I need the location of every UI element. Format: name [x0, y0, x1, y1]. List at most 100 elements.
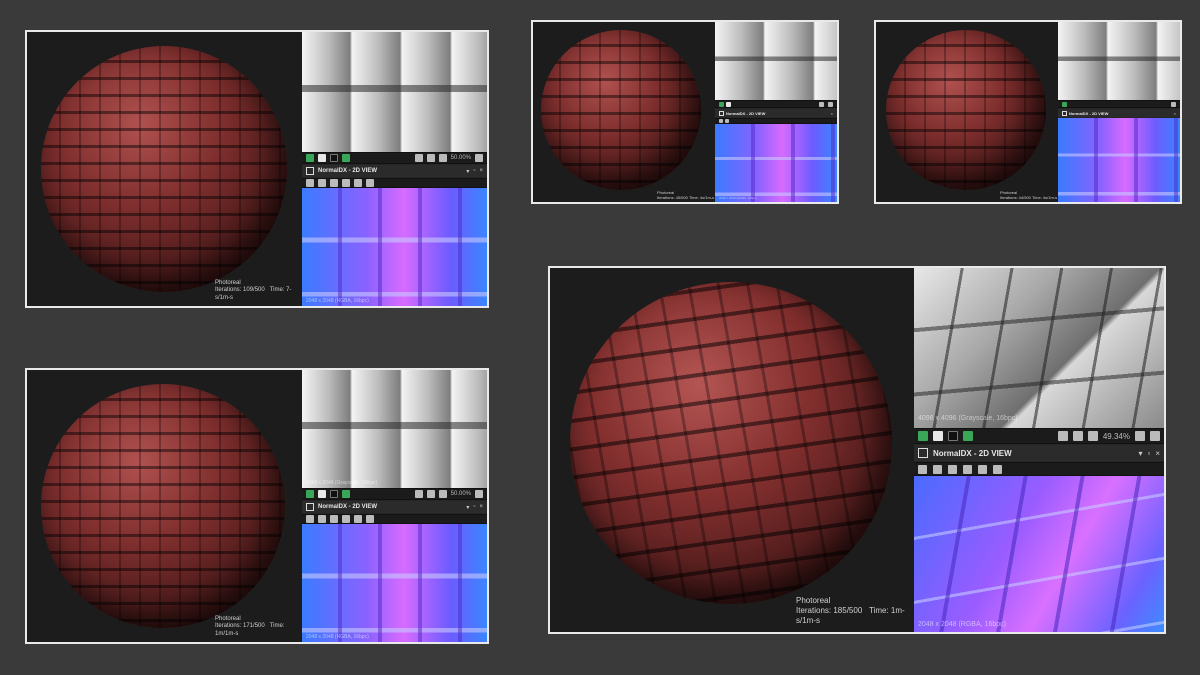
pin-icon[interactable]: ▫	[1147, 449, 1150, 458]
viewer-toolbar: 50.00%	[302, 488, 487, 500]
3d-viewport[interactable]: Photoreal Iterations: 171/500 Time: 1m/1…	[27, 370, 302, 642]
export-icon[interactable]	[719, 119, 723, 123]
channel-icon[interactable]	[318, 490, 326, 498]
layers-icon[interactable]	[306, 490, 314, 498]
grid-icon[interactable]	[414, 490, 423, 498]
height-map-preview[interactable]	[302, 32, 487, 152]
lock-icon[interactable]	[1171, 101, 1176, 107]
close-icon[interactable]: ×	[479, 504, 483, 510]
grid-icon[interactable]	[1057, 431, 1068, 441]
height-map-preview[interactable]	[715, 22, 837, 100]
lock-icon[interactable]	[1150, 431, 1160, 441]
gray-resolution: 4096 x 4096 (Grayscale, 16bpc)	[918, 415, 1018, 422]
normal-map-preview[interactable]	[1058, 118, 1180, 202]
lock-icon[interactable]	[828, 101, 833, 107]
3d-viewport[interactable]: Photoreal Iterations: 45/500 Time: 4s/1m…	[533, 22, 715, 202]
grid-icon[interactable]	[414, 154, 423, 162]
tile-icon[interactable]	[426, 490, 435, 498]
iterations-label: Iterations: 171/500	[215, 623, 265, 629]
save-image-icon[interactable]	[318, 179, 326, 187]
pin-icon[interactable]: ▫	[473, 504, 475, 510]
save-image-icon[interactable]	[318, 515, 326, 523]
lock-icon[interactable]	[475, 490, 483, 498]
pin-icon[interactable]: ▫	[473, 168, 475, 174]
save-icon[interactable]: ▾	[466, 504, 469, 511]
fit-icon[interactable]	[1087, 431, 1098, 441]
info-icon[interactable]	[978, 464, 987, 474]
normal-toolbar	[302, 178, 487, 188]
zoom-level[interactable]: 50.00%	[451, 155, 471, 161]
material-sphere	[541, 30, 701, 190]
panel-titlebar: NormalDX - 2D VIEW ▾ ▫ ×	[302, 165, 487, 177]
lock-icon[interactable]	[475, 154, 483, 162]
panel-title: NormalDX - 2D VIEW	[318, 504, 378, 510]
close-icon[interactable]: ×	[1155, 449, 1160, 458]
info-icon[interactable]	[354, 179, 362, 187]
time-label: Time: 4s/1m-s	[1031, 195, 1058, 200]
channel-icon[interactable]	[933, 431, 943, 441]
height-map-preview[interactable]: 4096 x 4096 (Grayscale, 16bpc)	[914, 268, 1164, 428]
layers-icon[interactable]	[306, 154, 314, 162]
channels-icon[interactable]	[342, 515, 350, 523]
material-sphere	[886, 30, 1046, 190]
3d-viewport[interactable]: Photoreal Iterations: 185/500 Time: 1m-s…	[550, 268, 916, 632]
3d-viewport[interactable]: Photoreal Iterations: 109/500 Time: 7-s/…	[27, 32, 302, 306]
copy-icon[interactable]	[948, 464, 957, 474]
panel-icon	[306, 503, 314, 511]
display-icon[interactable]	[342, 490, 350, 498]
info-icon[interactable]	[725, 119, 729, 123]
save-image-icon[interactable]	[933, 464, 942, 474]
3d-viewport[interactable]: Photoreal Iterations: 44/500 Time: 4s/1m…	[876, 22, 1058, 202]
2d-view-panel: 2048 x 2048 (Grayscale, 16bpc) 50.00% No…	[302, 370, 487, 642]
grid-icon[interactable]	[819, 101, 824, 107]
export-icon[interactable]	[306, 515, 314, 523]
height-map-preview[interactable]	[1058, 22, 1180, 100]
panel-titlebar: NormalDX - 2D VIEW ▾ ▫ ×	[914, 445, 1164, 461]
channel-black-icon[interactable]	[330, 154, 338, 162]
close-icon[interactable]: ×	[831, 111, 833, 116]
gray-resolution: 2048 x 2048 (Grayscale, 16bpc)	[306, 480, 378, 486]
display-icon[interactable]	[963, 431, 973, 441]
layers-icon[interactable]	[719, 101, 724, 107]
channel-black-icon[interactable]	[948, 431, 958, 441]
fit-icon[interactable]	[438, 490, 447, 498]
channels-icon[interactable]	[342, 179, 350, 187]
normal-map-preview[interactable]: 2048 x 2048 (RGBA, 16bpc)	[302, 188, 487, 306]
close-icon[interactable]: ×	[479, 168, 483, 174]
height-map-preview[interactable]: 2048 x 2048 (Grayscale, 16bpc)	[302, 370, 487, 488]
layers-icon[interactable]	[918, 431, 928, 441]
panel-icon	[719, 110, 724, 116]
channel-black-icon[interactable]	[330, 490, 338, 498]
copy-icon[interactable]	[330, 515, 338, 523]
zoom-level[interactable]: 49.34%	[1103, 432, 1130, 441]
export-icon[interactable]	[918, 464, 927, 474]
normal-map-preview[interactable]: 2048 x 2048 (RGBA, 16bpc)	[302, 524, 487, 642]
normal-map-preview[interactable]: 2048 x 2048 (RGBA, 16bpc)	[715, 124, 837, 202]
render-mode-label: Photoreal	[215, 279, 241, 286]
time-label: Time: 4s/1m-s	[688, 195, 715, 200]
close-icon[interactable]: ×	[1174, 111, 1176, 116]
channel-icon[interactable]	[726, 101, 731, 107]
viewer-toolbar	[1058, 100, 1180, 108]
display-icon[interactable]	[342, 154, 350, 162]
layers-icon[interactable]	[1062, 101, 1067, 107]
info-icon[interactable]	[1135, 431, 1145, 441]
normal-map-preview[interactable]: 2048 x 2048 (RGBA, 16bpc)	[914, 476, 1164, 632]
copy-icon[interactable]	[330, 179, 338, 187]
save-icon[interactable]: ▾	[1138, 449, 1142, 458]
export-icon[interactable]	[306, 179, 314, 187]
histogram-icon[interactable]	[993, 464, 1002, 474]
channel-icon[interactable]	[318, 154, 326, 162]
tile-icon[interactable]	[1072, 431, 1083, 441]
channels-icon[interactable]	[963, 464, 972, 474]
iterations-label: Iterations: 109/500	[215, 287, 265, 293]
zoom-level[interactable]: 50.00%	[451, 491, 471, 497]
material-sphere	[41, 46, 287, 292]
fit-icon[interactable]	[438, 154, 447, 162]
histogram-icon[interactable]	[366, 179, 374, 187]
tile-icon[interactable]	[426, 154, 435, 162]
histogram-icon[interactable]	[366, 515, 374, 523]
info-icon[interactable]	[354, 515, 362, 523]
save-icon[interactable]: ▾	[466, 168, 469, 175]
material-sphere	[570, 282, 892, 604]
